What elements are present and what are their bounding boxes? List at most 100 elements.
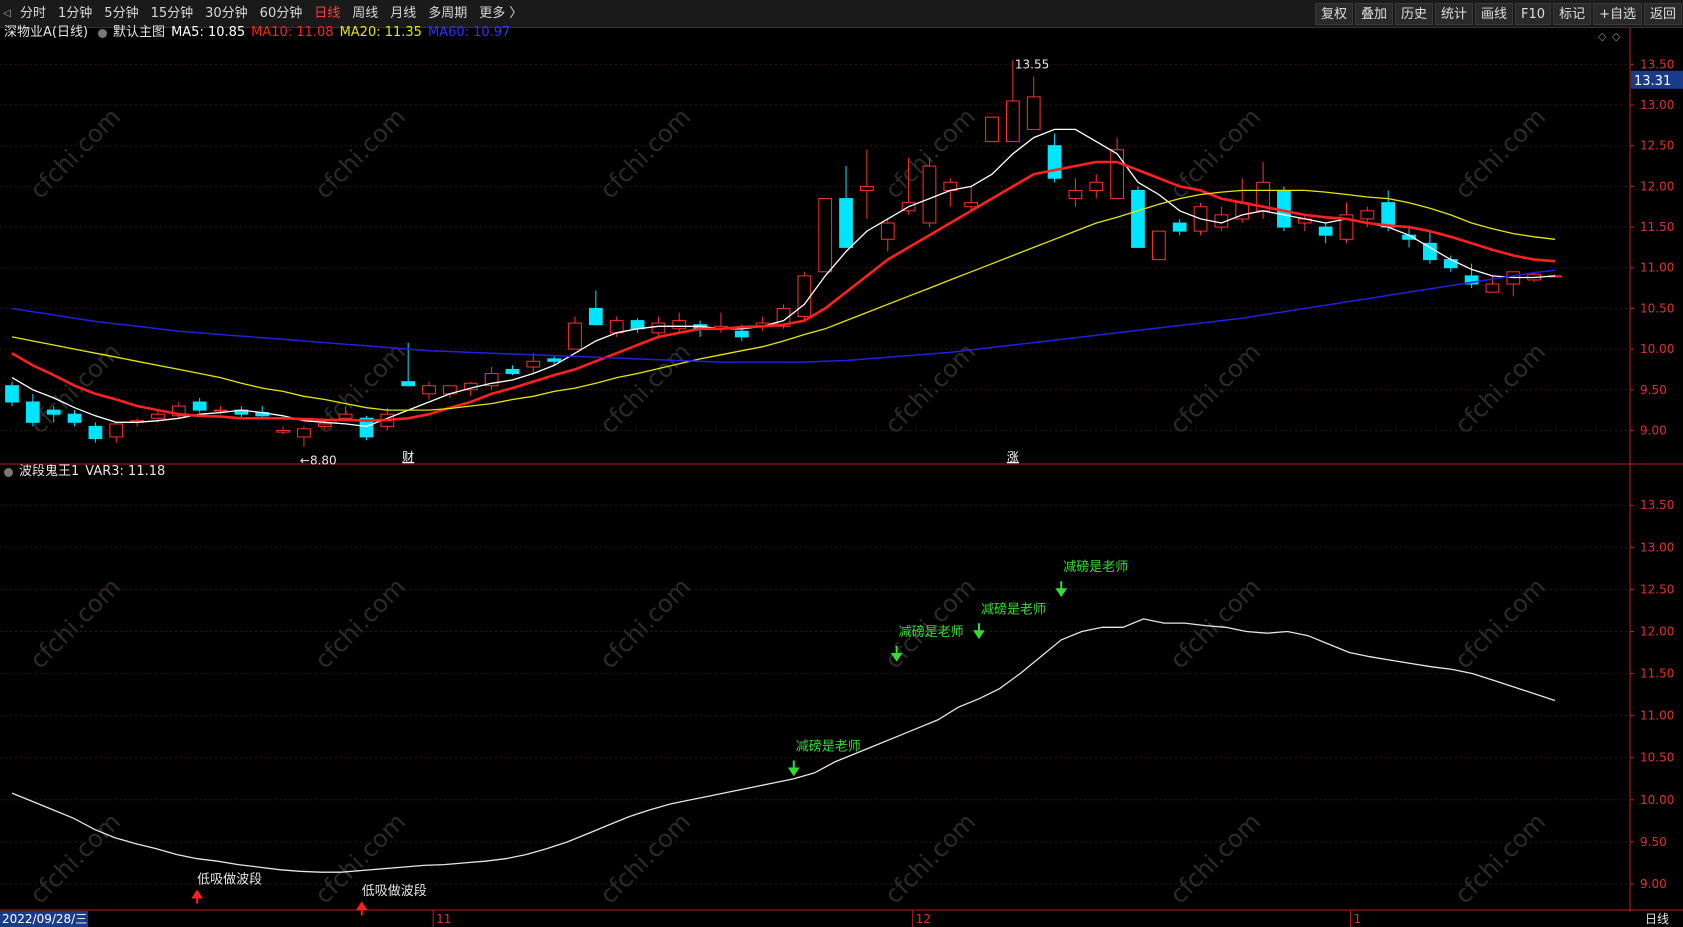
- candle-body: [88, 425, 103, 440]
- sell-arrow-icon: [973, 623, 985, 640]
- sell-signal-label: 减磅是老师: [1063, 559, 1128, 575]
- indicator-y-tick-label: 10.50: [1640, 751, 1674, 765]
- buy-signal-label: 低吸做波段: [362, 884, 427, 899]
- main-y-tick-label: 9.00: [1640, 423, 1667, 437]
- candle-body: [25, 401, 40, 423]
- candle-body: [276, 429, 290, 433]
- ma-line-ma5: [11, 128, 1556, 428]
- indicator-y-tick-label: 9.50: [1640, 835, 1667, 849]
- indicator-y-tick-label: 9.00: [1640, 877, 1667, 891]
- start-date-label: 2022/09/28/三: [2, 912, 87, 926]
- candle-body: [985, 116, 999, 143]
- candle-body: [839, 198, 853, 248]
- sell-signal-label: 减磅是老师: [899, 624, 964, 640]
- grid-layer: [0, 63, 1630, 885]
- candle-body: [317, 423, 332, 427]
- ma-line-ma10: [11, 160, 1556, 423]
- watermark-text: cfchi.com: [1449, 338, 1551, 440]
- current-price-label: 13.31: [1634, 74, 1671, 89]
- candle-body: [1318, 226, 1333, 236]
- main-y-tick-label: 10.50: [1640, 301, 1674, 315]
- watermark-text: cfchi.com: [1164, 103, 1266, 205]
- watermark-text: cfchi.com: [879, 573, 981, 675]
- var3-line: [11, 618, 1556, 873]
- candle-body: [46, 409, 61, 415]
- sell-arrow-icon: [787, 760, 800, 777]
- candle-body: [1110, 149, 1124, 200]
- main-y-tick-label: 13.00: [1640, 98, 1674, 112]
- indicator-y-tick-label: 11.00: [1640, 709, 1674, 723]
- watermark-text: cfchi.com: [879, 808, 981, 910]
- watermark-text: cfchi.com: [1449, 573, 1551, 675]
- candle-body: [672, 320, 687, 330]
- watermark-text: cfchi.com: [1164, 808, 1266, 910]
- watermark-text: cfchi.com: [594, 338, 696, 440]
- sell-signal-label: 减磅是老师: [796, 738, 861, 754]
- candle-body: [213, 409, 228, 412]
- candle-body: [1485, 283, 1500, 293]
- watermark-text: cfchi.com: [24, 103, 126, 205]
- indicator-y-tick-label: 12.00: [1640, 624, 1674, 638]
- watermark-text: cfchi.com: [1449, 103, 1551, 205]
- indicator-y-tick-label: 10.00: [1640, 793, 1674, 807]
- watermark-text: cfchi.com: [594, 808, 696, 910]
- candle-body: [1172, 222, 1187, 232]
- candle-body: [338, 413, 353, 419]
- candle-body: [5, 385, 19, 403]
- ma-line-ma20: [11, 189, 1556, 411]
- indicator-y-tick-label: 12.50: [1640, 582, 1674, 596]
- candle-body: [651, 322, 666, 334]
- candle-body: [526, 360, 541, 368]
- candle-body: [297, 428, 311, 438]
- indicator-y-tick-label: 11.50: [1640, 667, 1674, 681]
- main-y-tick-label: 12.50: [1640, 139, 1674, 153]
- candle-body: [1026, 96, 1041, 130]
- diamond-icon-2: ◇: [1612, 30, 1621, 43]
- candle-body: [630, 320, 645, 330]
- month-label: 12: [916, 912, 931, 926]
- candle-body: [1047, 145, 1062, 179]
- event-marker: 财: [402, 450, 414, 464]
- candle-body: [67, 413, 82, 423]
- candle-body: [1089, 181, 1104, 191]
- main-y-tick-label: 11.50: [1640, 220, 1674, 234]
- indicator-y-tick-label: 13.00: [1640, 540, 1674, 554]
- main-y-tick-label: 12.00: [1640, 179, 1674, 193]
- period-label: 日线: [1645, 912, 1669, 926]
- high-price-label: 13.55: [1015, 57, 1049, 71]
- watermark-text: cfchi.com: [24, 573, 126, 675]
- watermark-text: cfchi.com: [594, 103, 696, 205]
- candle-body: [880, 222, 895, 240]
- event-marker: 涨: [1007, 449, 1019, 464]
- watermark-text: cfchi.com: [309, 573, 411, 675]
- candle-body: [818, 198, 833, 273]
- month-label: 1: [1354, 912, 1362, 926]
- main-y-tick-label: 9.50: [1640, 383, 1667, 397]
- watermark-text: cfchi.com: [24, 808, 126, 910]
- candle-body: [609, 320, 624, 334]
- candle-body: [401, 381, 416, 387]
- watermark-text: cfchi.com: [879, 338, 981, 440]
- buy-arrow-icon: [355, 901, 368, 916]
- candle-body: [588, 307, 603, 326]
- watermark-text: cfchi.com: [1164, 338, 1266, 440]
- buy-arrow-icon: [191, 889, 204, 904]
- buy-signal-label: 低吸做波段: [197, 872, 262, 887]
- stock-chart[interactable]: cfchi.com cfchi.com cfchi.com cfchi.com cfch…: [0, 0, 1683, 927]
- candle-body: [568, 322, 582, 350]
- candle-body: [151, 413, 165, 419]
- sell-signal-label: 减磅是老师: [981, 601, 1046, 617]
- watermark-text: cfchi.com: [1449, 808, 1551, 910]
- sell-arrow-icon: [1055, 581, 1068, 598]
- main-y-tick-label: 11.00: [1640, 261, 1674, 275]
- candle-body: [547, 358, 562, 362]
- candle-body: [1443, 259, 1458, 269]
- candle-body: [1151, 230, 1166, 261]
- candle-body: [422, 385, 436, 395]
- candle-body: [1423, 242, 1437, 261]
- diamond-icon: ◇: [1598, 30, 1607, 43]
- watermark-text: cfchi.com: [594, 573, 696, 675]
- candle-body: [192, 401, 207, 411]
- candle-body: [734, 330, 749, 338]
- low-price-label: ←8.80: [300, 454, 337, 468]
